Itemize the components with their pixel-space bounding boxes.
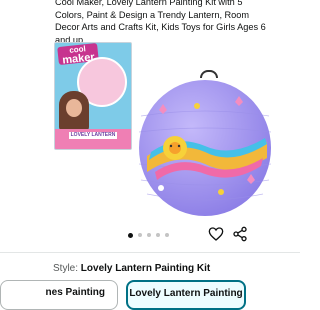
- heart-icon[interactable]: [208, 226, 224, 242]
- box-girl-photo: [59, 91, 89, 131]
- divider: [0, 252, 300, 253]
- carousel-dot[interactable]: [138, 233, 142, 237]
- carousel-dot[interactable]: [165, 233, 169, 237]
- style-option-label: nes Painting: [45, 287, 105, 298]
- style-option-button[interactable]: nes Painting: [0, 280, 118, 310]
- painted-lantern-image: [138, 80, 272, 216]
- carousel-dots: [128, 232, 169, 238]
- box-product-label: LOVELY LANTERN: [69, 132, 117, 139]
- style-row: Style: Lovely Lantern Painting Kit: [53, 263, 210, 274]
- carousel-dot[interactable]: [147, 233, 151, 237]
- product-box-image: cool maker LOVELY LANTERN: [54, 42, 132, 150]
- title-line: Colors, Paint & Design a Trendy Lantern,…: [55, 9, 250, 20]
- style-label: Style:: [53, 263, 79, 274]
- title-line: Cool Maker, Lovely Lantern Painting Kit …: [55, 0, 243, 7]
- carousel-dot[interactable]: [156, 233, 160, 237]
- style-selected-value: Lovely Lantern Painting Kit: [80, 263, 211, 274]
- style-option-label: Lovely Lantern Painting: [129, 288, 243, 299]
- carousel-dot[interactable]: [128, 232, 133, 238]
- title-line: Decor Arts and Crafts Kit, Kids Toys for…: [55, 22, 266, 32]
- share-icon[interactable]: [232, 226, 248, 242]
- product-image-carousel[interactable]: cool maker LOVELY LANTERN: [0, 36, 300, 228]
- style-option-button-selected[interactable]: Lovely Lantern Painting: [126, 280, 246, 310]
